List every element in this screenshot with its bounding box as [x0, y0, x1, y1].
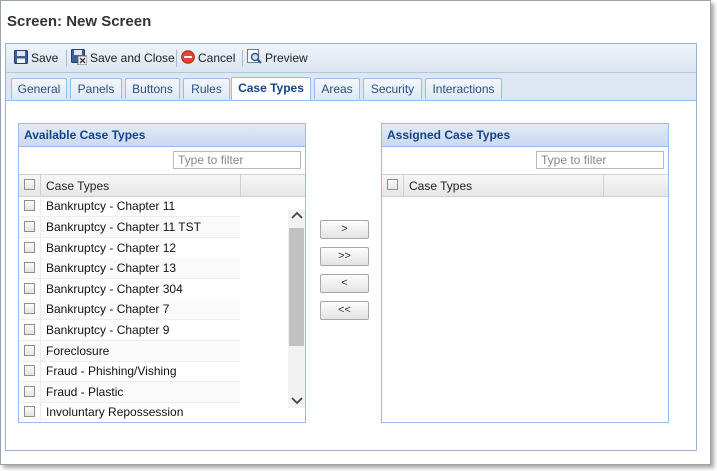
list-item[interactable]: Bankruptcy - Chapter 11 TST	[19, 217, 240, 238]
assigned-list-empty-area[interactable]	[382, 196, 668, 422]
column-divider	[403, 175, 404, 196]
row-checkbox[interactable]	[24, 262, 35, 273]
column-divider	[603, 175, 604, 196]
available-scrollbar[interactable]	[288, 210, 305, 408]
case-type-label: Fraud - Plastic	[46, 385, 124, 399]
toolbar-separator	[242, 50, 243, 67]
scroll-down-icon[interactable]	[291, 396, 303, 407]
case-type-label: Bankruptcy - Chapter 304	[46, 282, 183, 296]
list-item[interactable]: Bankruptcy - Chapter 12	[19, 238, 240, 259]
move-all-right-button[interactable]: >>	[320, 247, 369, 266]
tab-general[interactable]: General	[11, 78, 67, 99]
case-type-label: Bankruptcy - Chapter 7	[46, 302, 170, 316]
row-checkbox[interactable]	[24, 242, 35, 253]
column-divider	[40, 196, 41, 216]
save-and-close-button[interactable]: Save and Close	[71, 48, 175, 68]
list-item[interactable]: Bankruptcy - Chapter 7	[19, 299, 240, 320]
case-type-label: Bankruptcy - Chapter 11	[46, 199, 176, 213]
toolbar: Save Save and Close Cancel Preview	[6, 44, 696, 73]
row-checkbox[interactable]	[24, 324, 35, 335]
row-checkbox[interactable]	[24, 365, 35, 376]
assigned-column-header: Case Types	[382, 174, 668, 197]
case-type-label: Bankruptcy - Chapter 9	[46, 323, 170, 337]
list-item[interactable]: Bankruptcy - Chapter 11	[19, 196, 240, 217]
scrollbar-thumb[interactable]	[289, 228, 304, 346]
column-divider	[40, 279, 41, 299]
scroll-up-icon[interactable]	[291, 210, 303, 221]
tab-security[interactable]: Security	[363, 78, 422, 99]
tab-rules[interactable]: Rules	[183, 78, 230, 99]
move-all-left-button[interactable]: <<	[320, 301, 369, 320]
column-divider	[40, 258, 41, 278]
column-divider	[40, 238, 41, 258]
page-title: Screen: New Screen	[7, 13, 152, 30]
cancel-button[interactable]: Cancel	[181, 49, 236, 67]
column-divider	[240, 175, 241, 196]
save-button[interactable]: Save	[14, 49, 59, 67]
list-item[interactable]: Fraud - Plastic	[19, 382, 240, 403]
move-one-right-button[interactable]: >	[320, 220, 369, 239]
list-item[interactable]: Foreclosure	[19, 341, 240, 362]
row-checkbox[interactable]	[24, 406, 35, 417]
preview-label: Preview	[265, 51, 308, 65]
row-checkbox[interactable]	[24, 200, 35, 211]
column-divider	[40, 341, 41, 361]
tab-buttons[interactable]: Buttons	[125, 78, 180, 99]
cancel-label: Cancel	[198, 51, 236, 65]
column-divider	[40, 217, 41, 237]
available-filter-input[interactable]	[173, 151, 301, 169]
available-column-label: Case Types	[46, 179, 110, 193]
row-checkbox[interactable]	[24, 283, 35, 294]
column-divider	[40, 382, 41, 402]
available-column-header: Case Types	[19, 174, 305, 197]
case-type-label: Involuntary Repossession	[46, 405, 184, 419]
tab-areas[interactable]: Areas	[314, 78, 360, 99]
select-all-available-checkbox[interactable]	[24, 179, 35, 190]
window-frame: Screen: New Screen Save Save and Close C…	[0, 0, 711, 465]
floppy-disk-icon	[14, 49, 28, 67]
row-checkbox[interactable]	[24, 345, 35, 356]
preview-button[interactable]: Preview	[247, 49, 308, 67]
assigned-filter-input[interactable]	[536, 151, 664, 169]
tab-case-types[interactable]: Case Types	[231, 77, 311, 100]
row-checkbox[interactable]	[24, 221, 35, 232]
row-checkbox[interactable]	[24, 386, 35, 397]
list-item[interactable]: Bankruptcy - Chapter 304	[19, 279, 240, 300]
case-type-label: Bankruptcy - Chapter 11 TST	[46, 220, 201, 234]
save-label: Save	[31, 51, 59, 65]
column-divider	[40, 402, 41, 422]
column-divider	[40, 299, 41, 319]
tab-bar: General Panels Buttons Rules Case Types …	[6, 73, 696, 101]
tab-interactions[interactable]: Interactions	[425, 78, 502, 99]
assigned-column-label: Case Types	[409, 179, 473, 193]
toolbar-separator	[176, 50, 177, 67]
cancel-icon	[181, 49, 195, 67]
assigned-case-types-grid: Assigned Case Types Case Types	[381, 123, 669, 423]
list-item[interactable]: Bankruptcy - Chapter 9	[19, 320, 240, 341]
save-close-icon	[71, 48, 88, 68]
column-divider	[40, 175, 41, 196]
case-type-label: Foreclosure	[46, 344, 110, 358]
case-type-label: Bankruptcy - Chapter 12	[46, 241, 177, 255]
move-one-left-button[interactable]: <	[320, 274, 369, 293]
case-type-label: Fraud - Phishing/Vishing	[46, 364, 177, 378]
available-case-types-grid: Available Case Types Case Types Bankrupt…	[18, 123, 306, 423]
preview-icon	[247, 49, 262, 67]
tab-panels[interactable]: Panels	[70, 78, 122, 99]
column-divider	[40, 361, 41, 381]
list-item[interactable]: Involuntary Repossession	[19, 402, 240, 422]
list-item[interactable]: Fraud - Phishing/Vishing	[19, 361, 240, 382]
editor-panel: Save Save and Close Cancel Preview Gener…	[5, 43, 697, 451]
list-item[interactable]: Bankruptcy - Chapter 13	[19, 258, 240, 279]
case-type-label: Bankruptcy - Chapter 13	[46, 261, 177, 275]
toolbar-separator	[66, 50, 67, 67]
save-and-close-label: Save and Close	[90, 51, 175, 65]
row-checkbox[interactable]	[24, 303, 35, 314]
assigned-grid-header: Assigned Case Types	[382, 124, 668, 147]
column-divider	[40, 320, 41, 340]
select-all-assigned-checkbox[interactable]	[387, 179, 398, 190]
available-grid-header: Available Case Types	[19, 124, 305, 147]
